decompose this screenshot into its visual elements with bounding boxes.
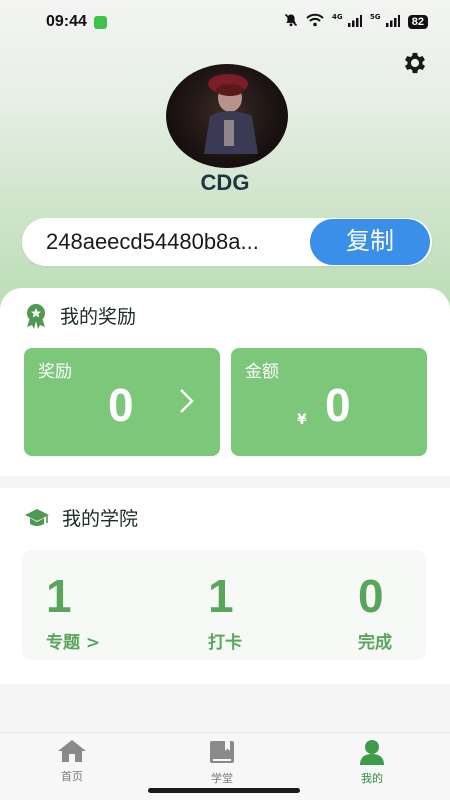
user-id-text: 248aeecd54480b8a... [46,229,259,254]
copy-button[interactable]: 复制 [310,219,430,265]
battery-icon: 82 [407,15,428,29]
status-icons: 4G 5G 82 [284,13,428,31]
chat-notification-icon [93,15,107,29]
currency-symbol: ¥ [297,412,307,428]
stat-completed[interactable]: 0 完成 [358,570,392,653]
status-time: 09:44 [46,13,87,30]
reward-tile[interactable]: 奖励 0 [24,348,220,456]
tab-home[interactable]: 首页 [32,739,112,784]
tab-mine[interactable]: 我的 [332,739,412,786]
academy-section-header: 我的学院 [24,504,138,531]
stat-topics-label: 专题 > [46,633,101,653]
stat-checkins[interactable]: 1 打卡 [208,570,242,653]
signal-5g-icon: 5G [370,13,400,31]
signal-5g-label: 5G [369,13,381,21]
stat-checkins-value: 1 [208,570,234,622]
mute-bell-icon [284,13,298,31]
wifi-icon [306,13,324,31]
amount-value: 0 [325,379,351,431]
award-ribbon-icon [27,303,45,329]
avatar[interactable] [166,64,288,168]
book-icon [210,741,234,763]
stat-completed-label: 完成 [358,633,392,653]
status-bar: 09:44 4G 5G 82 [0,0,450,44]
user-icon [360,740,384,765]
tab-study-label: 学堂 [211,772,233,785]
rewards-section-header: 我的奖励 [24,302,136,329]
user-id-bar: 248aeecd54480b8a... 复制 [22,218,432,266]
stat-topics[interactable]: 1 专题 > [46,570,100,653]
avatar-photo [204,74,258,154]
reward-tile-label: 奖励 [38,362,72,382]
signal-4g-label: 4G [332,13,343,21]
reward-count: 0 [108,379,134,431]
amount-tile-label: 金额 [245,362,279,382]
stat-completed-value: 0 [358,570,384,622]
gear-icon [404,52,426,74]
signal-4g-icon: 4G [332,13,362,31]
academy-title: 我的学院 [62,508,139,530]
rewards-title: 我的奖励 [60,306,137,328]
tab-study[interactable]: 学堂 [182,739,262,786]
home-icon [58,740,86,762]
username: CDG [200,170,250,195]
home-indicator [148,788,300,793]
tab-mine-label: 我的 [361,772,383,785]
graduation-cap-icon [25,508,49,526]
stat-topics-value: 1 [46,570,72,622]
stat-checkins-label: 打卡 [208,633,242,653]
settings-button[interactable] [398,46,432,80]
tab-home-label: 首页 [61,770,83,783]
amount-tile[interactable]: 金额 ¥ 0 [231,348,427,456]
chevron-right-icon [180,389,194,413]
